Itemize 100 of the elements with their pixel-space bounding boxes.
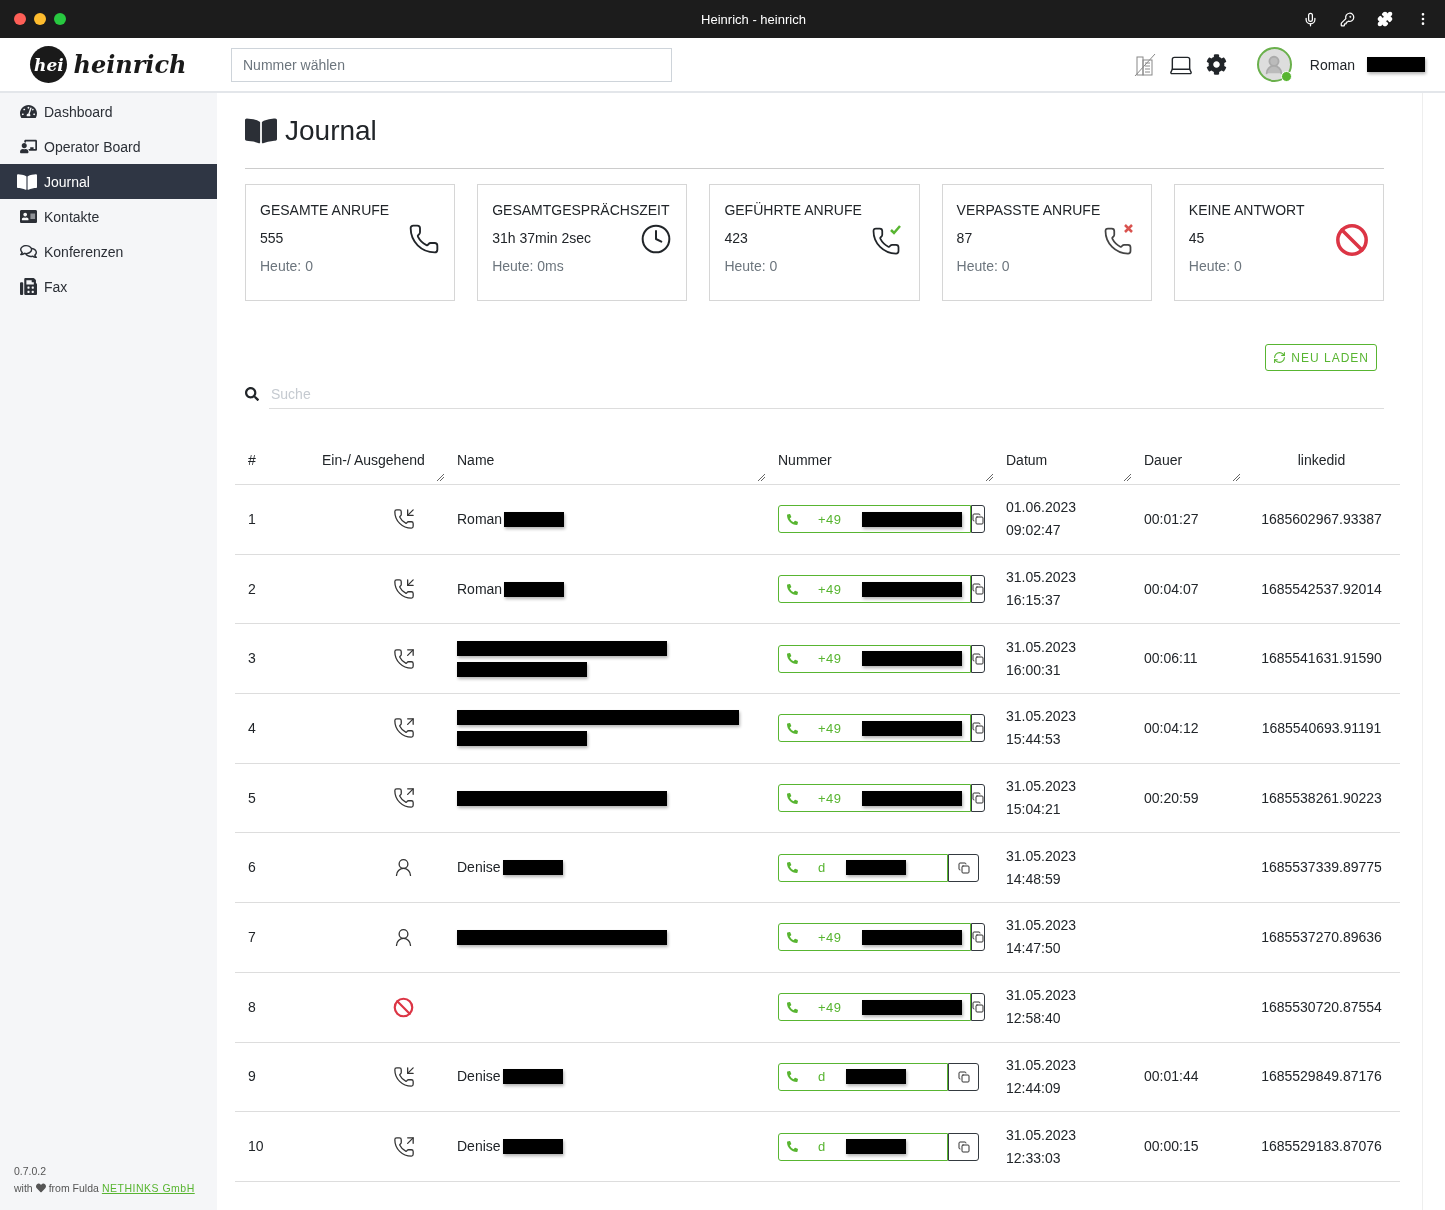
microphone-icon[interactable] [1303,11,1318,27]
call-time: 14:47:50 [1006,939,1062,959]
call-date: 31.05.2023 [1006,916,1078,936]
call-date: 31.05.2023 [1006,846,1078,866]
stat-value: 45 [1188,230,1206,246]
journal-icon [17,171,37,192]
contact-name: Roman [457,509,503,529]
redaction-bar [1367,57,1425,72]
key-icon[interactable] [1340,11,1355,27]
puzzle-icon[interactable] [1377,11,1393,27]
sidebar-item[interactable]: Fax [0,269,217,304]
linkedid: 1685542537.92014 [1261,579,1382,599]
column-header[interactable]: linkedid [1297,451,1346,468]
column-header[interactable]: Datum [1006,451,1048,468]
copy-button[interactable] [948,1062,979,1091]
outgoing-call-icon [393,1135,415,1158]
contact-name: Denise [457,858,501,878]
contacts-icon [20,208,37,225]
call-duration: 00:20:59 [1144,788,1200,808]
column-header[interactable]: Nummer [778,451,832,468]
incoming-call-icon [393,508,415,531]
resize-handle-icon[interactable] [437,474,444,481]
resize-handle-icon[interactable] [758,474,765,481]
copy-button[interactable] [948,1132,979,1161]
row-index: 8 [248,997,257,1017]
call-time: 15:04:21 [1006,800,1062,820]
phone-icon [787,931,798,943]
sidebar-item[interactable]: Journal [0,164,217,199]
stat-today: Heute: 0ms [492,258,565,274]
phone-icon [787,1141,798,1153]
conference-icon [20,243,37,260]
window-title: Heinrich - heinrich [700,11,806,27]
call-time: 16:15:37 [1006,591,1062,611]
heart-icon [35,1183,46,1193]
column-header[interactable]: # [248,451,256,468]
phone-icon [787,513,798,525]
redaction-bar [845,1069,906,1085]
stat-value: 31h 37min 2sec [492,230,593,246]
row-index: 1 [248,509,257,529]
refresh-icon [1273,351,1287,364]
row-index: 6 [248,858,257,878]
call-date: 31.05.2023 [1006,1055,1078,1075]
call-date: 31.05.2023 [1006,1125,1078,1145]
call-duration: 00:00:15 [1144,1137,1200,1157]
settings-icon[interactable] [1205,54,1227,75]
copy-icon [971,931,984,944]
resize-handle-icon[interactable] [986,474,993,481]
sidebar-item[interactable]: Operator Board [0,129,217,164]
page-title: Journal [285,114,377,147]
resize-handle-icon[interactable] [1233,474,1240,481]
linkedid: 1685602967.93387 [1261,509,1382,529]
stat-today: Heute: 0 [724,258,779,274]
dial-field[interactable]: Nummer wählen [231,47,672,82]
minimize-button[interactable] [34,13,46,25]
column-header[interactable]: Dauer [1144,451,1183,468]
user-name: Roman [1309,56,1355,73]
column-header[interactable]: Ein-/ Ausgehend [322,451,425,468]
sidebar-item[interactable]: Kontakte [0,199,217,234]
fax-icon [20,278,37,295]
redaction-bar [845,1139,906,1155]
stat-value: 423 [724,230,749,246]
outgoing-call-icon [393,787,415,810]
user-icon [393,857,414,879]
close-button[interactable] [14,13,26,25]
clock-icon [640,223,673,255]
sidebar-item[interactable]: Konferenzen [0,234,217,269]
zoom-button[interactable] [54,13,66,25]
outgoing-call-icon [393,647,415,670]
linkedid: 1685541631.91590 [1261,649,1382,669]
outgoing-call-icon [393,717,415,740]
column-header[interactable]: Name [457,451,495,468]
phone-icon [408,223,441,255]
prohibited-icon [1335,223,1369,257]
call-duration: 00:04:07 [1144,579,1200,599]
footer-text: with [14,1182,33,1194]
call-date: 31.05.2023 [1006,568,1078,588]
stat-value: 87 [956,230,974,246]
call-time: 09:02:47 [1006,521,1062,541]
row-index: 10 [248,1137,265,1157]
call-date: 01.06.2023 [1006,498,1078,518]
logo-text: heinrich [73,50,187,79]
call-time: 15:44:53 [1006,730,1062,750]
call-duration: 00:01:27 [1144,509,1200,529]
call-time: 16:00:31 [1006,660,1062,680]
call-date: 31.05.2023 [1006,707,1078,727]
user-avatar[interactable] [1256,47,1292,82]
copy-icon [971,513,984,526]
row-index: 5 [248,788,257,808]
sidebar-item[interactable]: Dashboard [0,94,217,129]
copy-button[interactable] [948,853,979,882]
linkedid: 1685537339.89775 [1261,858,1382,878]
resize-handle-icon[interactable] [1124,474,1131,481]
footer-text: from Fulda [48,1182,99,1194]
stat-label: GEFÜHRTE ANRUFE [724,202,863,218]
desk-phone-icon[interactable] [1133,52,1156,77]
call-time: 12:33:03 [1006,1148,1062,1168]
stat-today: Heute: 0 [956,258,1011,274]
stat-label: GESAMTE ANRUFE [260,202,391,218]
call-duration: 00:01:44 [1144,1067,1200,1087]
row-index: 3 [248,649,257,669]
